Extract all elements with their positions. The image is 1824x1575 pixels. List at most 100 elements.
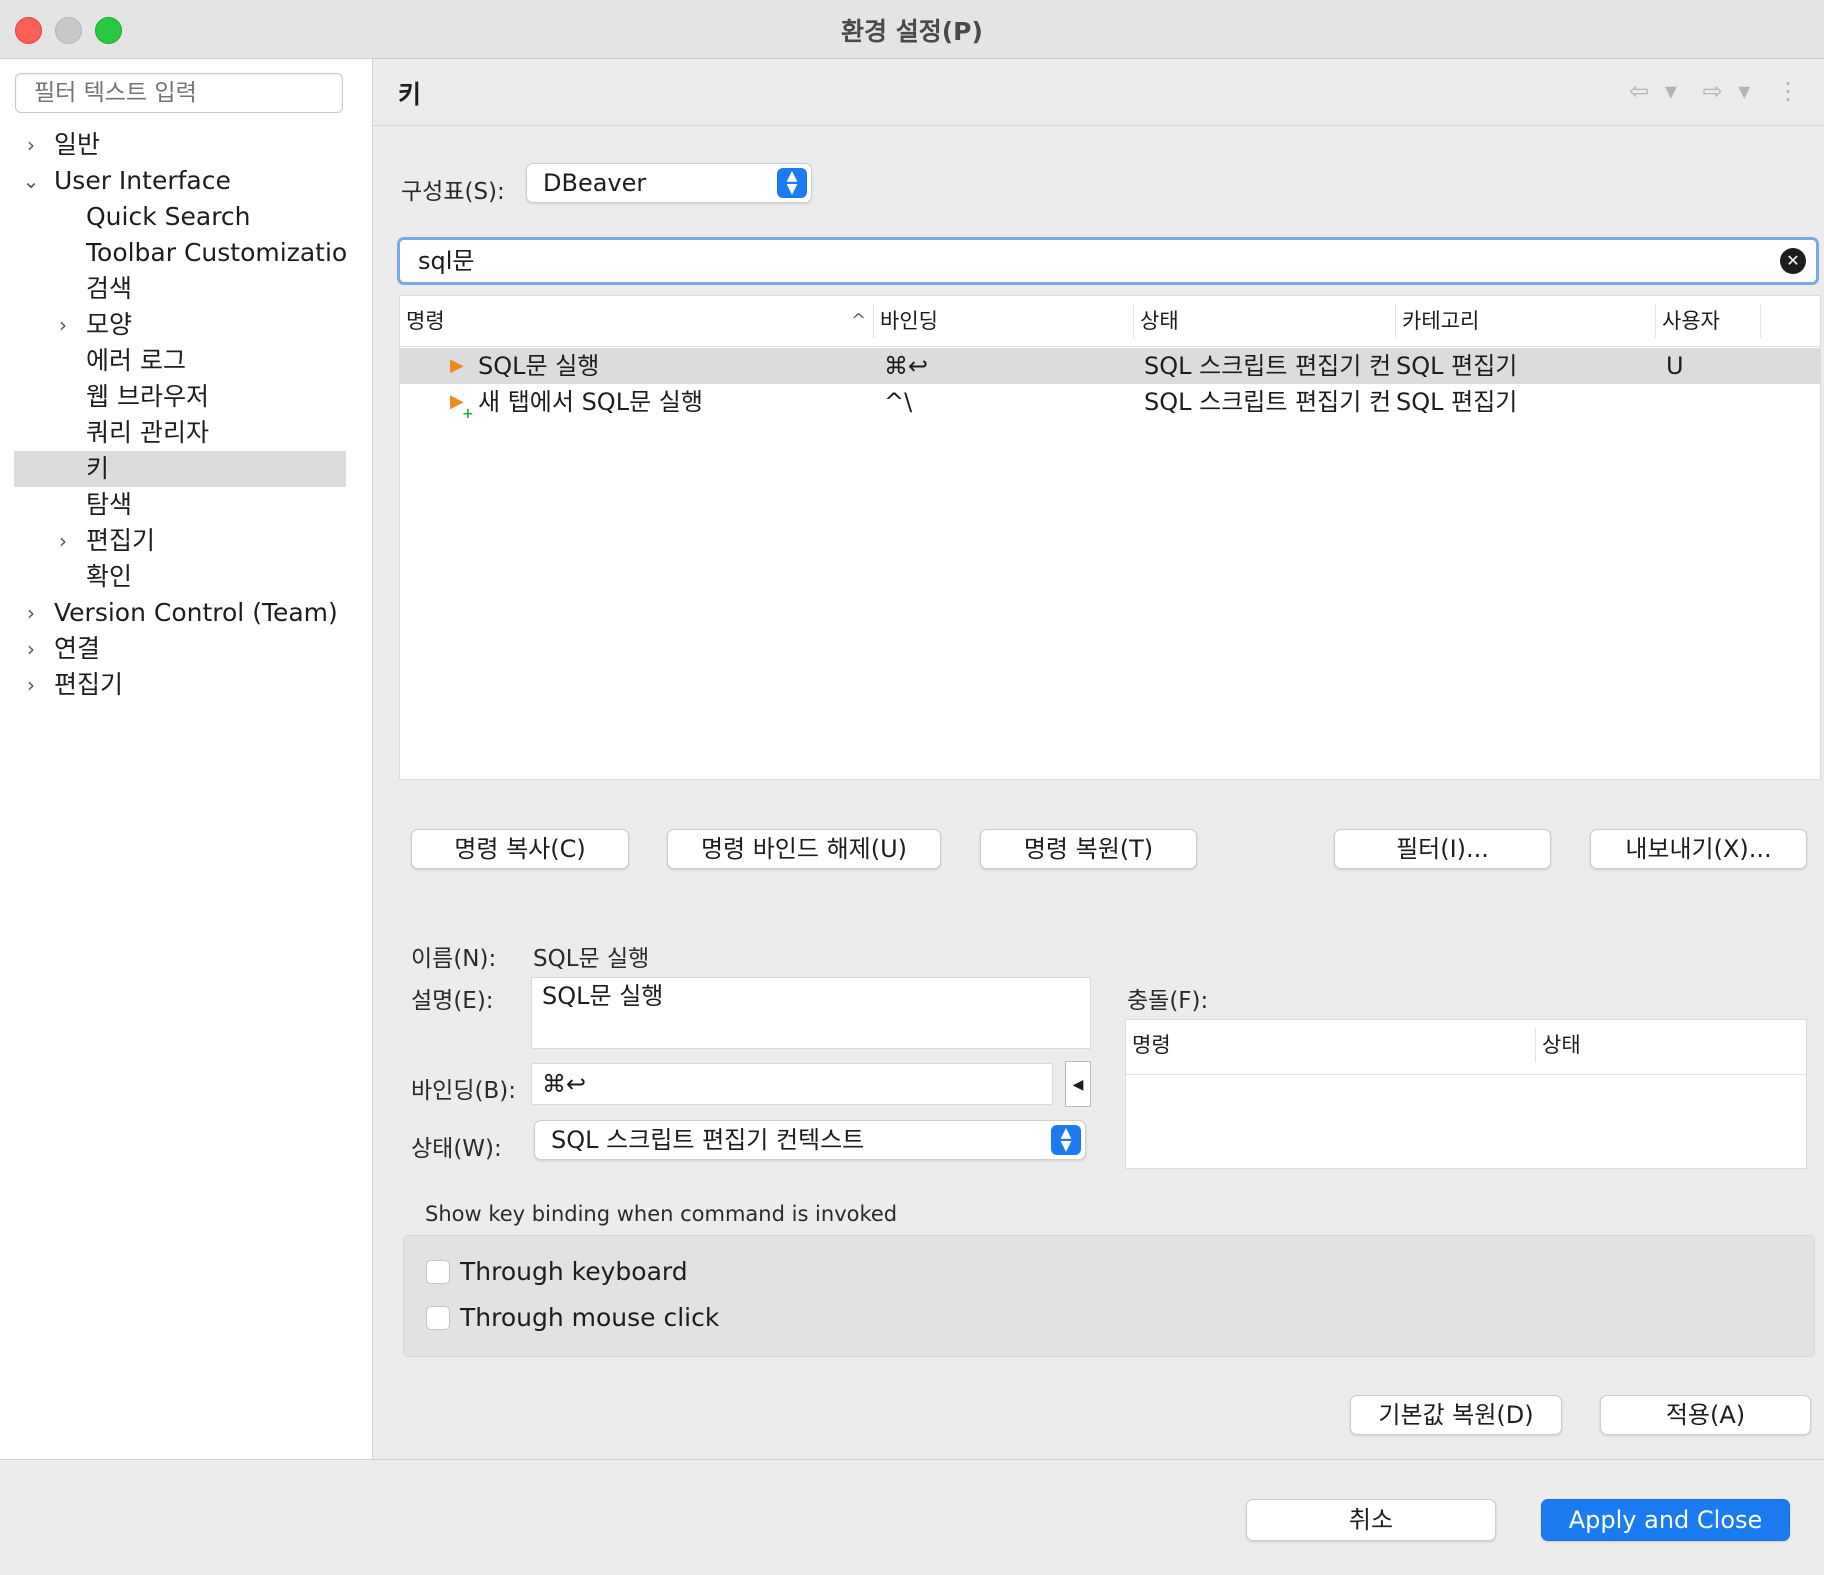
filter-text-input[interactable] xyxy=(15,73,343,113)
checkbox-label: Through mouse click xyxy=(460,1303,720,1332)
back-arrow-icon[interactable]: ⇦ ▾ xyxy=(1629,77,1681,105)
search-value: sql문 xyxy=(418,247,475,275)
chevron-down-icon[interactable]: ⌄ xyxy=(20,163,42,199)
clear-search-icon[interactable]: ✕ xyxy=(1780,248,1806,274)
chevron-right-icon[interactable]: › xyxy=(20,631,42,667)
column-header-user[interactable]: 사용자 xyxy=(1656,304,1761,338)
tree-item-label: 키 xyxy=(86,454,110,483)
chevron-right-icon[interactable]: › xyxy=(20,667,42,703)
window-title: 환경 설정(P) xyxy=(841,17,983,46)
checkbox-label: Through keyboard xyxy=(460,1257,688,1286)
show-binding-label: Show key binding when command is invoked xyxy=(425,1202,898,1226)
binding-menu-button[interactable]: ◀ xyxy=(1065,1061,1091,1107)
cell-category: SQL 편집기 xyxy=(1396,352,1518,380)
preferences-tree: › 일반 ⌄ User Interface Quick Search Toolb… xyxy=(14,127,346,703)
tree-item-label: 일반 xyxy=(54,130,101,159)
cell-user: U xyxy=(1666,352,1684,380)
cell-when: SQL 스크립트 편집기 컨 xyxy=(1144,352,1392,380)
scheme-value: DBeaver xyxy=(543,169,647,197)
tree-item-label: 탐색 xyxy=(86,490,133,519)
table-row[interactable]: ▶ SQL문 실행 ⌘↩ SQL 스크립트 편집기 컨 SQL 편집기 U xyxy=(400,348,1820,384)
restore-command-button[interactable]: 명령 복원(T) xyxy=(980,829,1197,869)
show-binding-group: Through keyboard Through mouse click xyxy=(403,1235,1815,1357)
chevron-right-icon[interactable]: › xyxy=(52,523,74,559)
restore-defaults-button[interactable]: 기본값 복원(D) xyxy=(1350,1395,1562,1435)
tree-item-label: 편집기 xyxy=(54,670,124,699)
tree-item-label: 확인 xyxy=(86,562,133,591)
filters-button[interactable]: 필터(I)... xyxy=(1334,829,1551,869)
keys-search-input[interactable]: sql문 ✕ xyxy=(397,237,1819,285)
binding-field[interactable]: ⌘↩ xyxy=(531,1063,1053,1105)
tree-item-editors[interactable]: › 편집기 xyxy=(14,523,346,559)
description-label: 설명(E): xyxy=(411,988,494,1014)
tree-item-label: 모양 xyxy=(86,310,133,339)
cell-command: 새 탭에서 SQL문 실행 xyxy=(478,388,703,416)
tree-item-label: User Interface xyxy=(54,166,231,195)
tree-item-label: 웹 브라우저 xyxy=(86,382,209,411)
through-mouse-click-checkbox[interactable] xyxy=(426,1306,450,1330)
tree-item-label: 검색 xyxy=(86,274,133,303)
tree-item-quick-search[interactable]: Quick Search xyxy=(14,199,346,235)
when-label: 상태(W): xyxy=(411,1136,502,1162)
copy-command-button[interactable]: 명령 복사(C) xyxy=(411,829,629,869)
tree-item-version-control[interactable]: › Version Control (Team) xyxy=(14,595,346,631)
chevron-right-icon[interactable]: › xyxy=(20,127,42,163)
column-header-when[interactable]: 상태 xyxy=(1536,1028,1806,1062)
scheme-select[interactable]: DBeaver ▲ ▼ xyxy=(526,163,812,203)
tree-item-keys[interactable]: 키 xyxy=(14,451,346,487)
description-value: SQL문 실행 xyxy=(542,982,664,1010)
tree-item-appearance[interactable]: › 모양 xyxy=(14,307,346,343)
column-header-category[interactable]: 카테고리 xyxy=(1396,304,1656,338)
tree-item-search[interactable]: 검색 xyxy=(14,271,346,307)
tree-item-query-manager[interactable]: 쿼리 관리자 xyxy=(14,415,346,451)
binding-value: ⌘↩ xyxy=(542,1070,587,1098)
tree-item-general[interactable]: › 일반 xyxy=(14,127,346,163)
table-row[interactable]: ▶ + 새 탭에서 SQL문 실행 ^\ SQL 스크립트 편집기 컨 SQL … xyxy=(400,384,1820,422)
preferences-sidebar: › 일반 ⌄ User Interface Quick Search Toolb… xyxy=(0,59,373,1459)
select-arrows-icon: ▲ ▼ xyxy=(1051,1125,1081,1155)
more-options-icon[interactable]: ⋮ xyxy=(1776,77,1804,105)
tree-item-user-interface[interactable]: ⌄ User Interface xyxy=(14,163,346,199)
when-select[interactable]: SQL 스크립트 편집기 컨텍스트 ▲ ▼ xyxy=(534,1120,1086,1160)
dialog-footer: 취소 Apply and Close xyxy=(0,1459,1824,1575)
export-button[interactable]: 내보내기(X)... xyxy=(1590,829,1807,869)
tree-item-navigation[interactable]: 탐색 xyxy=(14,487,346,523)
tree-item-confirmations[interactable]: 확인 xyxy=(14,559,346,595)
column-header-command[interactable]: 명령 xyxy=(400,304,874,338)
title-bar: 환경 설정(P) xyxy=(0,0,1824,59)
through-keyboard-checkbox[interactable] xyxy=(426,1260,450,1284)
tree-item-label: Toolbar Customization xyxy=(86,238,346,267)
description-field[interactable]: SQL문 실행 xyxy=(531,977,1091,1049)
tree-item-web-browser[interactable]: 웹 브라우저 xyxy=(14,379,346,415)
apply-and-close-button[interactable]: Apply and Close xyxy=(1541,1499,1790,1541)
conflicts-label: 충돌(F): xyxy=(1127,988,1209,1014)
column-header-command[interactable]: 명령 xyxy=(1126,1028,1536,1062)
tree-item-error-log[interactable]: 에러 로그 xyxy=(14,343,346,379)
apply-button[interactable]: 적용(A) xyxy=(1600,1395,1811,1435)
command-arrow-icon: ▶ xyxy=(450,355,464,376)
page-header: 키 ⇦ ▾ ⇨ ▾ ⋮ xyxy=(373,59,1824,126)
tree-item-connections[interactable]: › 연결 xyxy=(14,631,346,667)
column-header-binding[interactable]: 바인딩 xyxy=(874,304,1134,338)
add-overlay-icon: + xyxy=(462,406,474,422)
conflicts-table[interactable]: 명령 상태 xyxy=(1125,1019,1807,1169)
tree-item-label: Version Control (Team) xyxy=(54,598,338,627)
cell-category: SQL 편집기 xyxy=(1396,388,1518,416)
unbind-command-button[interactable]: 명령 바인드 해제(U) xyxy=(667,829,941,869)
tree-item-label: 편집기 xyxy=(86,526,156,555)
chevron-right-icon[interactable]: › xyxy=(52,307,74,343)
cancel-button[interactable]: 취소 xyxy=(1246,1499,1496,1541)
tree-item-label: 에러 로그 xyxy=(86,346,186,375)
column-header-when[interactable]: 상태 xyxy=(1134,304,1396,338)
chevron-right-icon[interactable]: › xyxy=(20,595,42,631)
key-bindings-table[interactable]: 명령 ^ 바인딩 상태 카테고리 사용자 ▶ SQL문 실행 ⌘↩ SQL 스크… xyxy=(399,295,1821,780)
binding-label: 바인딩(B): xyxy=(411,1078,516,1104)
scheme-label: 구성표(S): xyxy=(401,179,505,205)
preferences-window: 환경 설정(P) › 일반 ⌄ User Interface Quick Sea… xyxy=(0,0,1824,1575)
select-arrows-icon: ▲ ▼ xyxy=(777,168,807,198)
keys-preference-page: 키 ⇦ ▾ ⇨ ▾ ⋮ 구성표(S): DBeaver ▲ ▼ sql문 ✕ 명령… xyxy=(373,59,1824,1459)
tree-item-editor[interactable]: › 편집기 xyxy=(14,667,346,703)
table-header: 명령 ^ 바인딩 상태 카테고리 사용자 xyxy=(400,296,1820,347)
forward-arrow-icon[interactable]: ⇨ ▾ xyxy=(1703,77,1755,105)
tree-item-toolbar-customization[interactable]: Toolbar Customization xyxy=(14,235,346,271)
